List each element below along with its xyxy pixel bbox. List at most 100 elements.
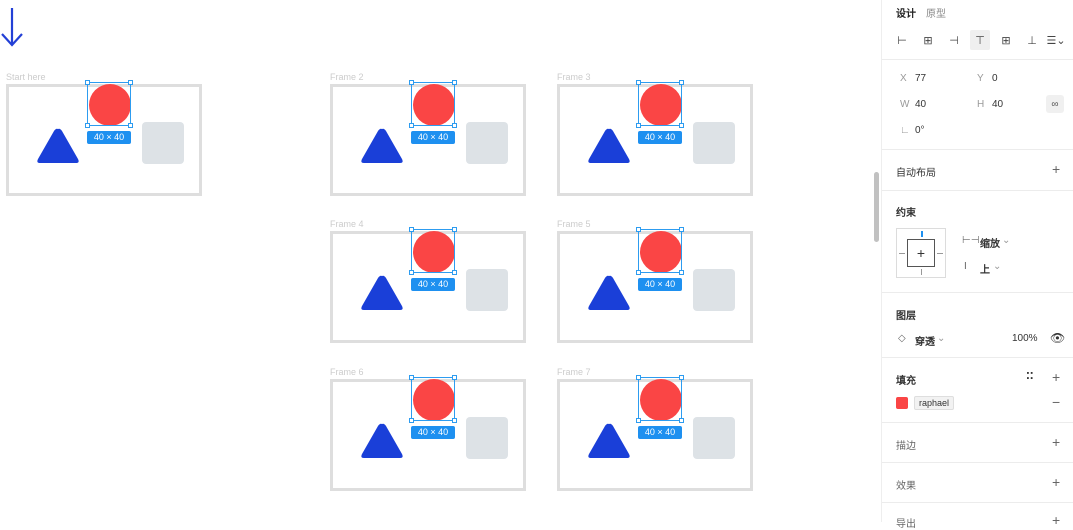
y-input[interactable]: 0 — [992, 73, 998, 84]
rotation-input[interactable]: 0° — [915, 125, 925, 136]
h-input[interactable]: 40 — [992, 99, 1003, 110]
resize-handle[interactable] — [452, 80, 457, 85]
remove-fill-icon[interactable]: − — [1052, 395, 1060, 409]
tab-design[interactable]: 设计 — [896, 5, 916, 20]
eye-icon[interactable]: 👁 — [1050, 331, 1065, 345]
frame-label[interactable]: Frame 5 — [557, 219, 591, 229]
frame-label[interactable]: Frame 6 — [330, 367, 364, 377]
constrain-proportions-icon[interactable]: ∞ — [1046, 95, 1064, 113]
resize-handle[interactable] — [452, 123, 457, 128]
selection-box[interactable] — [409, 80, 457, 128]
canvas-scrollbar[interactable] — [873, 0, 881, 522]
fill-color-swatch[interactable] — [896, 397, 908, 409]
horizontal-constraint-select[interactable]: 缩放 — [980, 235, 1000, 250]
frame-label[interactable]: Frame 7 — [557, 367, 591, 377]
frame-label[interactable]: Start here — [6, 72, 46, 82]
resize-handle[interactable] — [452, 418, 457, 423]
x-input[interactable]: 77 — [915, 73, 926, 84]
triangle-shape[interactable] — [587, 127, 631, 165]
selection-box[interactable] — [409, 227, 457, 275]
resize-handle[interactable] — [452, 270, 457, 275]
resize-handle[interactable] — [409, 375, 414, 380]
square-shape[interactable] — [142, 122, 184, 164]
frame[interactable]: 40 × 40 — [557, 80, 753, 196]
align-right-icon[interactable]: ⊣ — [944, 30, 964, 50]
frame-label[interactable]: Frame 3 — [557, 72, 591, 82]
constraint-widget[interactable]: + — [896, 228, 946, 278]
add-effect-icon[interactable]: + — [1052, 475, 1060, 489]
style-grid-icon[interactable]: ⁚⁚ — [1026, 371, 1034, 382]
align-bottom-icon[interactable]: ⊥ — [1022, 30, 1042, 50]
add-export-icon[interactable]: + — [1052, 513, 1060, 527]
constraint-bottom-marker[interactable] — [921, 269, 922, 275]
triangle-shape[interactable] — [360, 274, 404, 312]
resize-handle[interactable] — [679, 227, 684, 232]
square-shape[interactable] — [466, 417, 508, 459]
triangle-shape[interactable] — [360, 422, 404, 460]
selection-box[interactable] — [85, 80, 133, 128]
frame[interactable]: 40 × 40 — [557, 227, 753, 343]
distribute-menu-icon[interactable]: ☰⌄ — [1046, 30, 1066, 50]
frame[interactable]: 40 × 40 — [330, 375, 526, 491]
frame[interactable]: 40 × 40 — [330, 227, 526, 343]
tab-prototype[interactable]: 原型 — [926, 5, 946, 20]
resize-handle[interactable] — [679, 270, 684, 275]
scrollbar-thumb[interactable] — [874, 172, 879, 242]
w-input[interactable]: 40 — [915, 99, 926, 110]
resize-handle[interactable] — [636, 123, 641, 128]
resize-handle[interactable] — [636, 227, 641, 232]
resize-handle[interactable] — [85, 80, 90, 85]
constraint-right-marker[interactable] — [937, 253, 943, 254]
constraint-top-marker[interactable] — [921, 231, 923, 237]
align-horizontal-center-icon[interactable]: ⊞ — [918, 30, 938, 50]
resize-handle[interactable] — [679, 375, 684, 380]
align-left-icon[interactable]: ⊢ — [892, 30, 912, 50]
resize-handle[interactable] — [128, 80, 133, 85]
frame[interactable]: 40 × 40 — [6, 80, 202, 196]
resize-handle[interactable] — [636, 375, 641, 380]
resize-handle[interactable] — [452, 227, 457, 232]
resize-handle[interactable] — [452, 375, 457, 380]
align-top-icon[interactable]: ⊤ — [970, 30, 990, 50]
frame[interactable]: 40 × 40 — [330, 80, 526, 196]
selection-box[interactable] — [636, 227, 684, 275]
square-shape[interactable] — [466, 122, 508, 164]
square-shape[interactable] — [693, 417, 735, 459]
triangle-shape[interactable] — [587, 422, 631, 460]
resize-handle[interactable] — [409, 270, 414, 275]
opacity-input[interactable]: 100% — [1012, 333, 1038, 344]
resize-handle[interactable] — [679, 80, 684, 85]
resize-handle[interactable] — [85, 123, 90, 128]
frame-label[interactable]: Frame 4 — [330, 219, 364, 229]
square-shape[interactable] — [693, 269, 735, 311]
square-shape[interactable] — [466, 269, 508, 311]
design-canvas[interactable]: Start here 40 × 40 Frame 2 40 × 40 Frame 3 40… — [0, 0, 873, 522]
add-fill-icon[interactable]: + — [1052, 370, 1060, 384]
resize-handle[interactable] — [636, 80, 641, 85]
resize-handle[interactable] — [636, 270, 641, 275]
triangle-shape[interactable] — [36, 127, 80, 165]
resize-handle[interactable] — [679, 418, 684, 423]
triangle-shape[interactable] — [587, 274, 631, 312]
selection-box[interactable] — [409, 375, 457, 423]
constraint-left-marker[interactable] — [899, 253, 905, 254]
resize-handle[interactable] — [128, 123, 133, 128]
resize-handle[interactable] — [409, 80, 414, 85]
square-shape[interactable] — [693, 122, 735, 164]
resize-handle[interactable] — [409, 227, 414, 232]
resize-handle[interactable] — [636, 418, 641, 423]
selection-box[interactable] — [636, 80, 684, 128]
resize-handle[interactable] — [409, 418, 414, 423]
blend-mode-select[interactable]: 穿透 — [915, 333, 935, 348]
add-stroke-icon[interactable]: + — [1052, 435, 1060, 449]
fill-style-name[interactable]: raphael — [914, 396, 955, 410]
frame-label[interactable]: Frame 2 — [330, 72, 364, 82]
resize-handle[interactable] — [409, 123, 414, 128]
vertical-constraint-select[interactable]: 上 — [980, 261, 990, 276]
triangle-shape[interactable] — [360, 127, 404, 165]
frame[interactable]: 40 × 40 — [557, 375, 753, 491]
add-auto-layout-icon[interactable]: + — [1052, 162, 1060, 176]
align-vertical-center-icon[interactable]: ⊞ — [996, 30, 1016, 50]
resize-handle[interactable] — [679, 123, 684, 128]
selection-box[interactable] — [636, 375, 684, 423]
